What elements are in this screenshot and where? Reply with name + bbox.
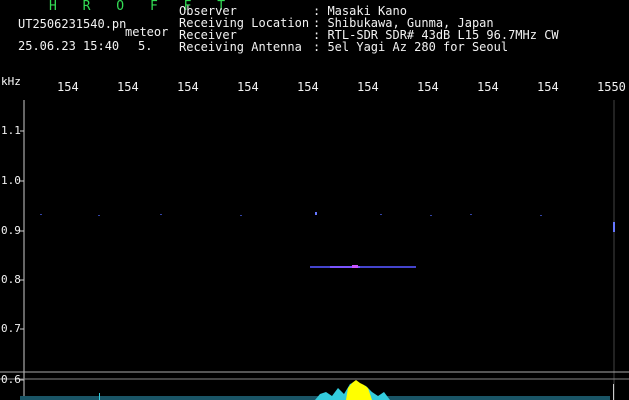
noise-band (40, 212, 615, 232)
y-tick-label: 0.8 (1, 273, 21, 286)
spectrogram (0, 100, 629, 400)
event-count: 5. (138, 39, 153, 53)
meteor-echo-trace (310, 265, 416, 268)
y-tick-label: 0.7 (1, 322, 21, 335)
x-tick-label: 154 (297, 80, 319, 94)
info-value-antenna: : 5el Yagi Az 280 for Seoul (313, 40, 509, 54)
y-tick-label: 0.9 (1, 224, 21, 237)
x-tick-label: 154 (537, 80, 559, 94)
y-tick-label: 1.1 (1, 124, 21, 137)
file-name: UT2506231540.pn (18, 17, 127, 31)
x-tick-label: 154 (417, 80, 439, 94)
y-tick-label: 0.6 (1, 373, 21, 386)
x-tick-label: 154 (117, 80, 139, 94)
x-tick-label: 1550 (597, 80, 626, 94)
y-axis-unit: kHz (1, 75, 21, 88)
x-tick-label: 154 (57, 80, 79, 94)
x-tick-label: 154 (237, 80, 259, 94)
date-time: 25.06.23 15:40 (18, 39, 120, 53)
y-tick-label: 1.0 (1, 174, 21, 187)
x-tick-label: 154 (477, 80, 499, 94)
y-tick-marks (20, 130, 24, 381)
spectrum-profile (20, 380, 614, 400)
x-tick-label: 154 (177, 80, 199, 94)
x-tick-label: 154 (357, 80, 379, 94)
info-label-antenna: Receiving Antenna (179, 40, 302, 54)
event-type: meteor (125, 25, 169, 39)
